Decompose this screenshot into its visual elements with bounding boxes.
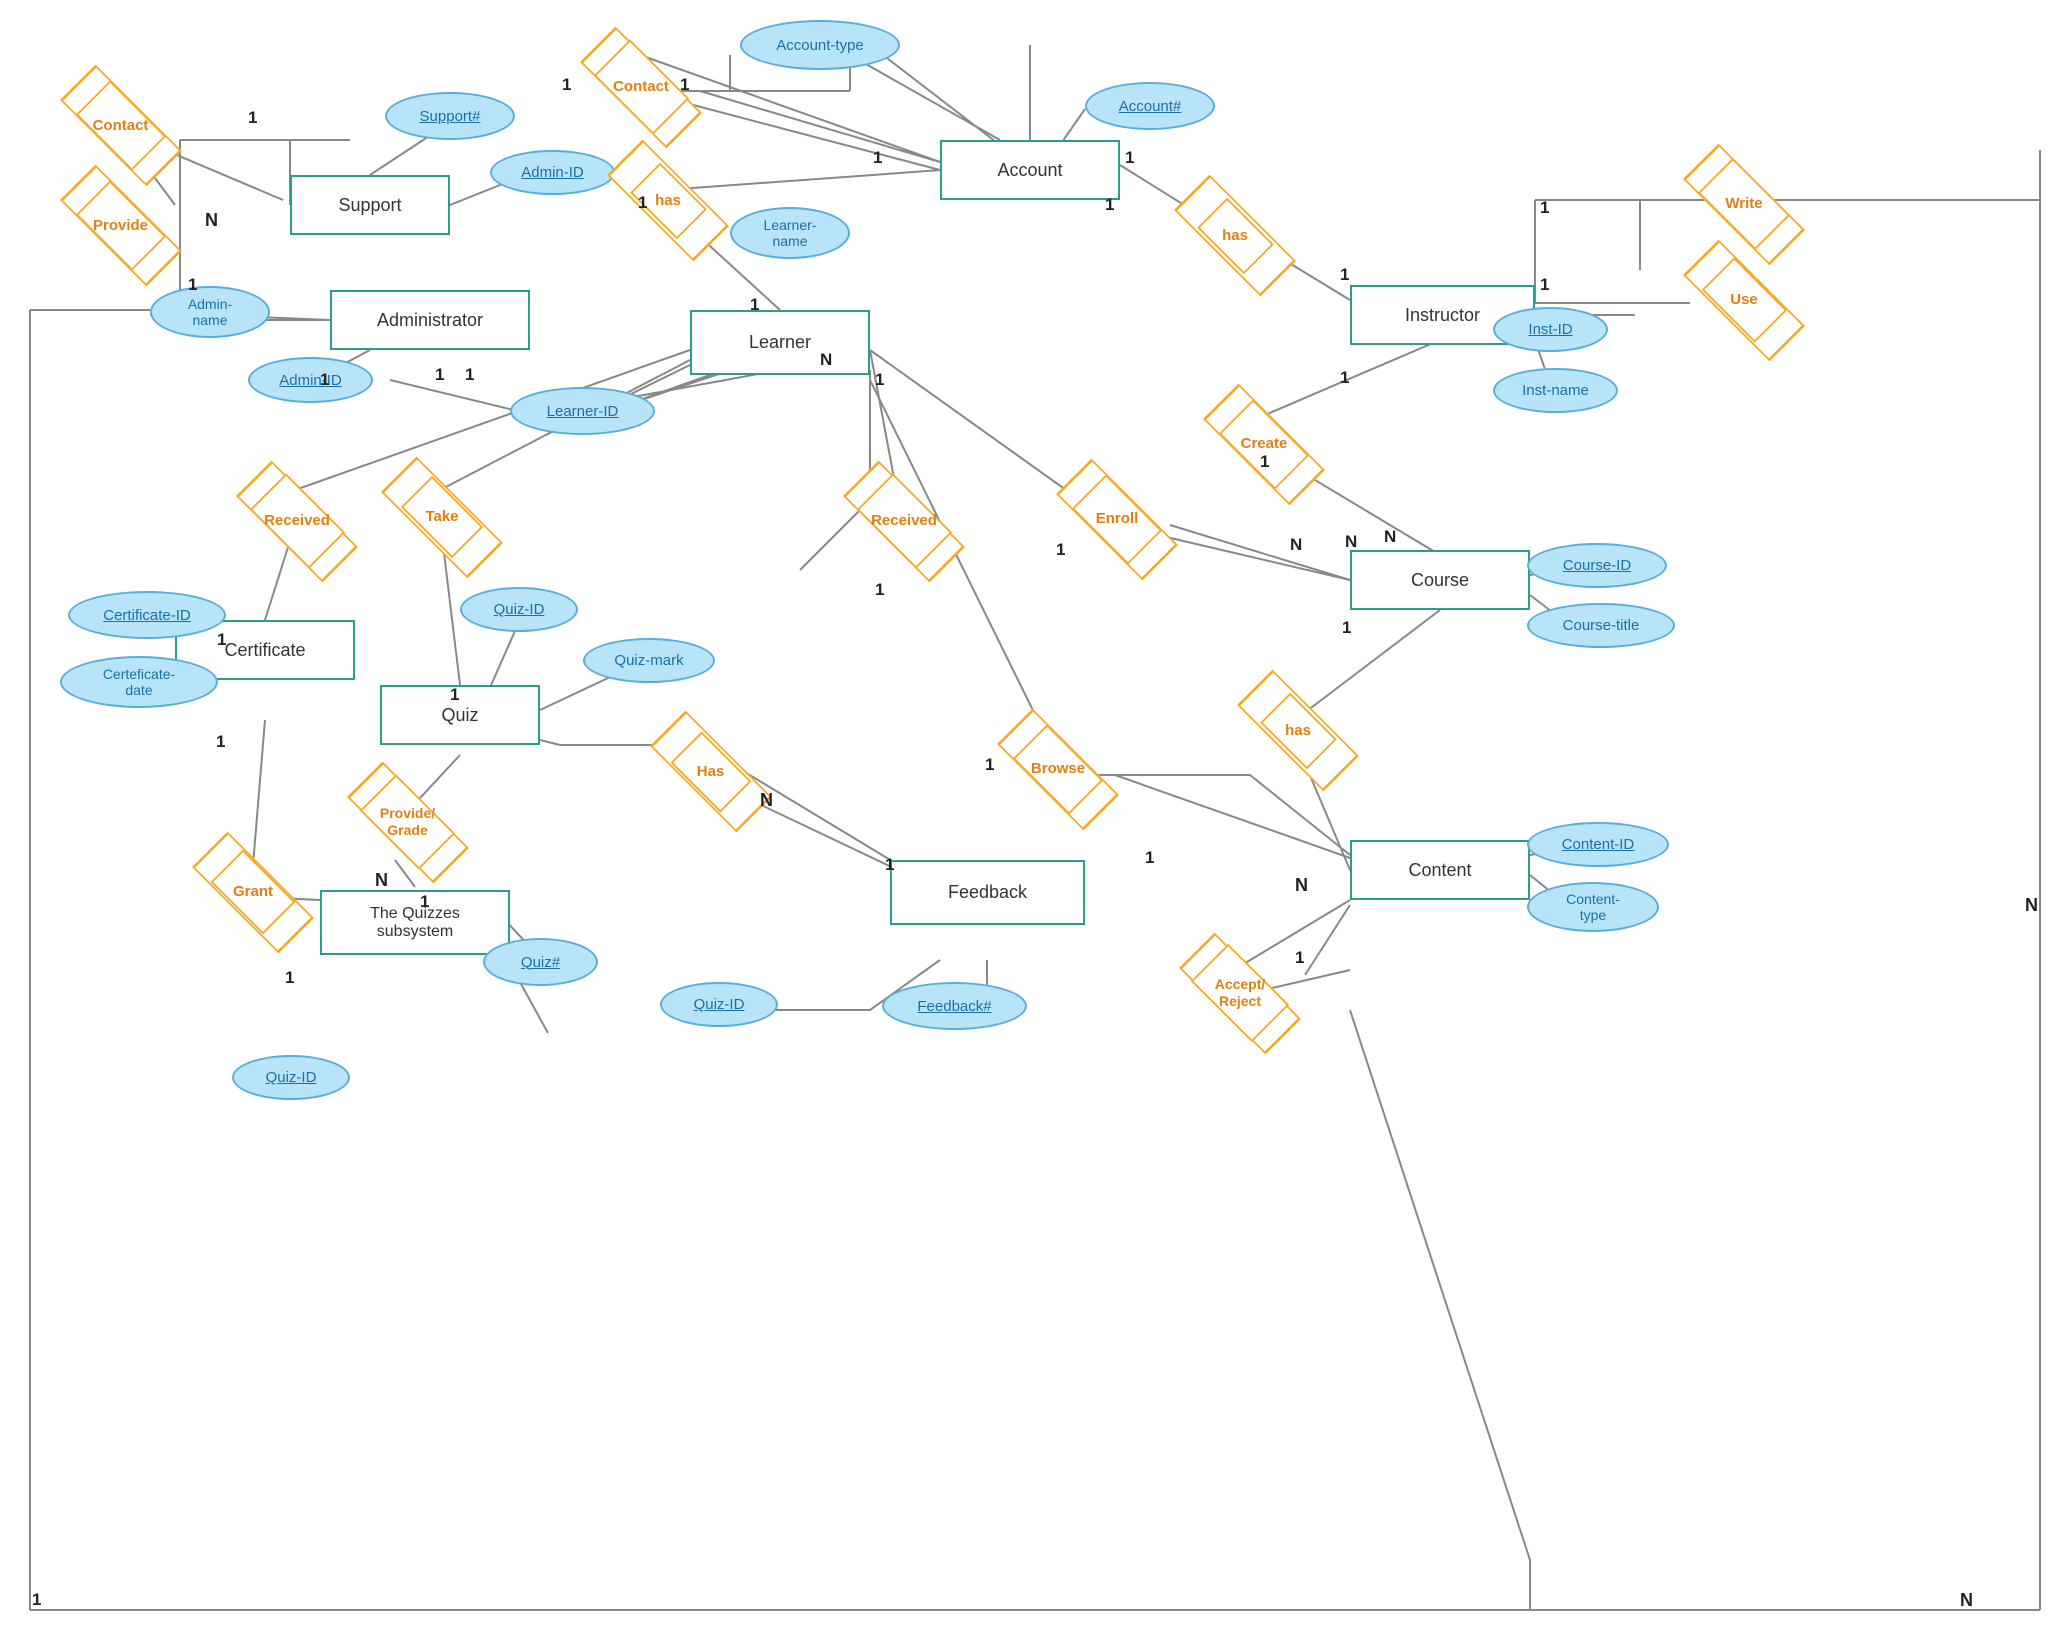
ellipse-content-id: Content-ID — [1527, 822, 1669, 867]
ellipse-learner-id: Learner-ID — [510, 387, 655, 435]
diamond-provide: Provide — [58, 188, 183, 263]
ellipse-feedback-hash: Feedback# — [882, 982, 1027, 1030]
entity-content: Content — [1350, 840, 1530, 900]
diamond-write: Write — [1685, 168, 1803, 240]
diamond-has-learner: has — [618, 168, 718, 233]
ellipse-inst-id: Inst-ID — [1493, 307, 1608, 352]
label-1-has-instructor-right: 1 — [1340, 265, 1349, 285]
ellipse-quiz-mark: Quiz-mark — [583, 638, 715, 683]
label-1-admin-bottom: 1 — [320, 370, 329, 390]
entity-support: Support — [290, 175, 450, 235]
label-1-account-right: 1 — [1125, 148, 1134, 168]
ellipse-inst-name: Inst-name — [1493, 368, 1618, 413]
ellipse-cert-date: Certeficate-date — [60, 656, 218, 708]
ellipse-course-title: Course-title — [1527, 603, 1675, 648]
diamond-contact-left: Contact — [58, 88, 183, 163]
ellipse-content-type: Content-type — [1527, 882, 1659, 932]
ellipse-cert-id: Certificate-ID — [68, 591, 226, 639]
ellipse-admin-id-bot: Admin-ID — [248, 357, 373, 403]
label-1-bottom-left: 1 — [32, 1590, 41, 1610]
label-1-has-course: 1 — [1342, 618, 1351, 638]
diamond-browse: Browse — [998, 733, 1118, 805]
label-1-provide-grade-bot: 1 — [420, 892, 429, 912]
label-1-browse-content: 1 — [1145, 848, 1154, 868]
entity-learner: Learner — [690, 310, 870, 375]
label-1-received-left-top: 1 — [435, 365, 444, 385]
entity-quizzes-subsystem: The Quizzessubsystem — [320, 890, 510, 955]
ellipse-account-type: Account-type — [740, 20, 900, 70]
label-n-has-course-content: N — [1295, 875, 1308, 896]
ellipse-quiz-id-mid: Quiz-ID — [660, 982, 778, 1027]
diamond-enroll: Enroll — [1058, 483, 1176, 555]
label-1-cert-grant: 1 — [216, 732, 225, 752]
label-1-use: 1 — [1540, 275, 1549, 295]
ellipse-learner-name: Learner-name — [730, 207, 850, 259]
entity-course: Course — [1350, 550, 1530, 610]
label-1-has-instructor-left: 1 — [1105, 195, 1114, 215]
label-1-contact-account: 1 — [873, 148, 882, 168]
label-1-browse-learner: 1 — [985, 755, 994, 775]
ellipse-quiz-id-top: Quiz-ID — [460, 587, 578, 632]
entity-account: Account — [940, 140, 1120, 200]
entity-feedback: Feedback — [890, 860, 1085, 925]
label-1-has-learner: 1 — [638, 193, 647, 213]
ellipse-quiz-id-bot: Quiz-ID — [232, 1055, 350, 1100]
ellipse-admin-id-top: Admin-ID — [490, 150, 615, 195]
label-1-received-left-bot: 1 — [217, 630, 226, 650]
label-1-contact-top-right: 1 — [680, 75, 689, 95]
diamond-provide-grade: Provide/Grade — [345, 783, 470, 861]
label-n-create: N — [1384, 527, 1396, 547]
entity-administrator: Administrator — [330, 290, 530, 350]
label-n-bottom-border: N — [1960, 1590, 1973, 1611]
label-1-enroll-right: 1 — [1056, 540, 1065, 560]
label-1-administrator-provide: 1 — [188, 275, 197, 295]
diamond-accept-reject: Accept/Reject — [1175, 953, 1305, 1033]
label-1-received-right-bot: 1 — [875, 580, 884, 600]
label-1-received-right-top: 1 — [875, 370, 884, 390]
label-n-enroll-learner: N — [820, 350, 832, 370]
diamond-use: Use — [1690, 265, 1798, 335]
label-1-instr-create: 1 — [1340, 368, 1349, 388]
label-1-contact-top-left: 1 — [562, 75, 571, 95]
entity-quiz: Quiz — [380, 685, 540, 745]
diamond-take: Take — [388, 483, 496, 551]
label-1-create: 1 — [1260, 452, 1269, 472]
label-n-provide-grade: N — [375, 870, 388, 891]
diamond-has-instructor: has — [1185, 203, 1285, 268]
diamond-received-left: Received — [233, 483, 361, 559]
ellipse-course-id: Course-ID — [1527, 543, 1667, 588]
ellipse-support-hash: Support# — [385, 92, 515, 140]
label-n-provide: N — [205, 210, 218, 231]
label-1-support-contact: 1 — [248, 108, 257, 128]
label-1-write: 1 — [1540, 198, 1549, 218]
label-n-enroll-course: N — [1290, 535, 1302, 555]
ellipse-admin-name: Admin-name — [150, 286, 270, 338]
ellipse-account-hash: Account# — [1085, 82, 1215, 130]
label-1-learner-has-account: 1 — [750, 295, 759, 315]
label-n-has-quiz: N — [760, 790, 773, 811]
diamond-grant: Grant — [198, 858, 308, 926]
label-1-has-quiz-feedback: 1 — [885, 855, 894, 875]
label-n-right-border: N — [2025, 895, 2038, 916]
label-1-take-top: 1 — [465, 365, 474, 385]
label-n-course-create: N — [1345, 532, 1357, 552]
ellipse-quiz-hash: Quiz# — [483, 938, 598, 986]
diamond-has-quiz: Has — [658, 738, 763, 805]
label-1-take-bot: 1 — [450, 685, 459, 705]
diamond-received-right: Received — [840, 483, 968, 559]
label-1-accept-top: 1 — [1295, 948, 1304, 968]
label-1-grant-quizzes: 1 — [285, 968, 294, 988]
diamond-has-course: has — [1248, 698, 1348, 763]
